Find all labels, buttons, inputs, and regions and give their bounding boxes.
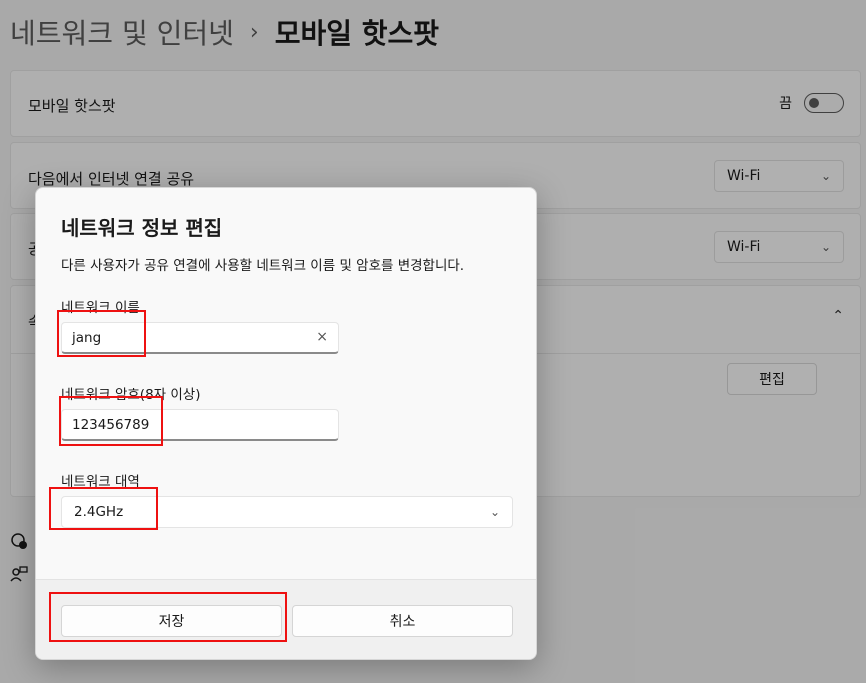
network-password-label: 네트워크 암호(8자 이상) [61,387,201,403]
cancel-button[interactable]: 취소 [292,605,513,637]
chevron-down-icon: ⌄ [489,505,500,519]
network-band-value: 2.4GHz [74,504,124,520]
dialog-title: 네트워크 정보 편집 [61,216,223,240]
network-name-input[interactable]: jang × [61,322,339,354]
network-name-value: jang [72,329,102,346]
network-band-label: 네트워크 대역 [61,474,140,490]
network-name-label: 네트워크 이름 [61,300,140,316]
network-password-value: 123456789 [72,416,150,433]
dialog-description: 다른 사용자가 공유 연결에 사용할 네트워크 이름 및 암호를 변경합니다. [61,258,465,274]
save-button[interactable]: 저장 [61,605,282,637]
network-band-select[interactable]: 2.4GHz ⌄ [61,496,513,528]
edit-network-dialog: 네트워크 정보 편집 다른 사용자가 공유 연결에 사용할 네트워크 이름 및 … [35,187,537,660]
network-password-input[interactable]: 123456789 [61,409,339,441]
dialog-footer: 저장 취소 [36,579,536,659]
clear-icon[interactable]: × [316,329,328,345]
